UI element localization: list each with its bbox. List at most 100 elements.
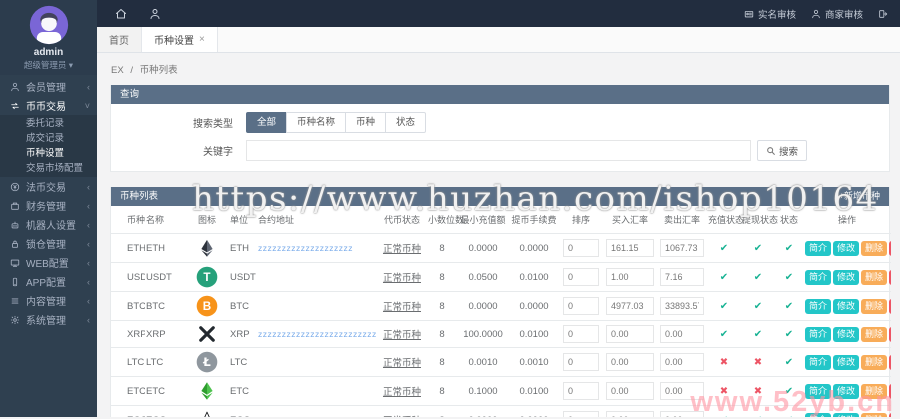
sort-input[interactable]	[563, 297, 599, 315]
sort-input[interactable]	[563, 268, 599, 286]
sell-rate-input[interactable]	[660, 353, 704, 371]
edit-button[interactable]: 修改	[833, 384, 859, 399]
cross-icon: ✖	[754, 357, 762, 368]
sort-cell	[559, 263, 603, 292]
sort-input[interactable]	[563, 382, 599, 400]
sidebar-item[interactable]: 法币交易‹	[0, 177, 97, 196]
intro-button[interactable]: 简介	[805, 327, 831, 342]
sidebar-submenu: 委托记录成交记录币种设置交易市场配置	[0, 115, 97, 177]
edit-button[interactable]: 修改	[833, 299, 859, 314]
search-type-option[interactable]: 币种	[345, 112, 386, 133]
sidebar-item[interactable]: 币币交易˅	[0, 96, 97, 115]
sidebar-subitem[interactable]: 成交记录	[0, 131, 97, 146]
contract-link[interactable]: zzzzzzzzzzzzzzzzzzzz	[258, 243, 353, 253]
edit-button[interactable]: 修改	[833, 355, 859, 370]
sidebar-subitem[interactable]: 委托记录	[0, 116, 97, 131]
tab-首页[interactable]: 首页	[97, 27, 142, 52]
realname-audit-button[interactable]: 实名审核	[744, 7, 796, 21]
delete-button[interactable]: 删除	[861, 413, 887, 418]
sell-rate-input[interactable]	[660, 297, 704, 315]
sidebar-subitem[interactable]: 币种设置	[0, 146, 97, 161]
delete-button[interactable]: 删除	[861, 299, 887, 314]
edit-button[interactable]: 修改	[833, 270, 859, 285]
sell-rate-input[interactable]	[660, 325, 704, 343]
withdraw-fee-cell: 0.0000	[509, 292, 559, 321]
search-type-option[interactable]: 状态	[385, 112, 426, 133]
buy-rate-input[interactable]	[606, 239, 654, 257]
search-type-option[interactable]: 全部	[246, 112, 287, 133]
token-status-link[interactable]: 正常币种	[383, 387, 421, 398]
edit-button[interactable]: 修改	[833, 413, 859, 418]
token-status-link[interactable]: 正常币种	[383, 244, 421, 255]
sell-rate-input[interactable]	[660, 239, 704, 257]
sidebar-item[interactable]: 机器人设置‹	[0, 215, 97, 234]
token-status-link[interactable]: 正常币种	[383, 358, 421, 369]
sidebar-item-label: WEB配置	[26, 255, 87, 270]
sort-input[interactable]	[563, 353, 599, 371]
buy-rate-input[interactable]	[606, 382, 654, 400]
token-status-link[interactable]: 正常币种	[383, 273, 421, 284]
tab-币种设置[interactable]: 币种设置×	[142, 27, 218, 52]
sell-rate-input[interactable]	[660, 382, 704, 400]
add-coin-button[interactable]: +新增币种	[839, 187, 880, 206]
disable-button[interactable]: 禁用	[889, 241, 891, 256]
sidebar-item[interactable]: WEB配置‹	[0, 253, 97, 272]
sidebar-item[interactable]: 会员管理‹	[0, 77, 97, 96]
sell-rate-input[interactable]	[660, 268, 704, 286]
sort-input[interactable]	[563, 239, 599, 257]
delete-button[interactable]: 删除	[861, 384, 887, 399]
buy-rate-input[interactable]	[606, 411, 654, 417]
intro-button[interactable]: 简介	[805, 270, 831, 285]
disable-button[interactable]: 禁用	[889, 384, 891, 399]
sort-input[interactable]	[563, 411, 599, 417]
delete-button[interactable]: 删除	[861, 241, 887, 256]
intro-button[interactable]: 简介	[805, 355, 831, 370]
sidebar-item[interactable]: 财务管理‹	[0, 196, 97, 215]
contract-link[interactable]: zzzzzzzzzzzzzzzzzzzzzzzzzz	[258, 329, 377, 339]
keyword-input[interactable]	[246, 140, 751, 161]
edit-button[interactable]: 修改	[833, 327, 859, 342]
min-recharge-cell: 0.0000	[457, 292, 509, 321]
delete-button[interactable]: 删除	[861, 327, 887, 342]
buy-rate-input[interactable]	[606, 353, 654, 371]
app-icon	[10, 277, 22, 287]
sidebar-item[interactable]: APP配置‹	[0, 272, 97, 291]
token-status-link[interactable]: 正常币种	[383, 330, 421, 341]
merchant-audit-button[interactable]: 商家审核	[811, 7, 863, 21]
home-icon[interactable]	[115, 8, 127, 20]
disable-button[interactable]: 禁用	[889, 270, 891, 285]
role-dropdown[interactable]: 超级管理员 ▾	[0, 59, 97, 71]
actions-cell: 简介修改删除禁用	[803, 234, 891, 263]
sidebar-item[interactable]: 系统管理‹	[0, 310, 97, 329]
delete-button[interactable]: 删除	[861, 355, 887, 370]
disable-button[interactable]: 禁用	[889, 355, 891, 370]
intro-button[interactable]: 简介	[805, 299, 831, 314]
breadcrumb-root[interactable]: EX	[111, 65, 124, 76]
buy-rate-input[interactable]	[606, 268, 654, 286]
edit-button[interactable]: 修改	[833, 241, 859, 256]
intro-button[interactable]: 简介	[805, 384, 831, 399]
search-panel: 查询 搜索类型 全部币种名称币种状态 关键字 搜索	[110, 85, 890, 172]
search-button[interactable]: 搜索	[757, 140, 807, 161]
sidebar-item[interactable]: 内容管理‹	[0, 291, 97, 310]
logout-button[interactable]	[878, 9, 888, 19]
sell-rate-input[interactable]	[660, 411, 704, 417]
disable-button[interactable]: 禁用	[889, 413, 891, 418]
sidebar-item[interactable]: 锁仓管理‹	[0, 234, 97, 253]
sidebar-subitem[interactable]: 交易市场配置	[0, 161, 97, 176]
disable-button[interactable]: 禁用	[889, 327, 891, 342]
table-row: XRPXRPXRPzzzzzzzzzzzzzzzzzzzzzzzzzz正常币种8…	[111, 321, 891, 348]
breadcrumb: EX / 币种列表	[97, 53, 900, 85]
user-icon[interactable]	[149, 8, 161, 20]
buy-rate-input[interactable]	[606, 297, 654, 315]
sort-input[interactable]	[563, 325, 599, 343]
intro-button[interactable]: 简介	[805, 413, 831, 418]
username: admin	[0, 47, 97, 58]
close-icon[interactable]: ×	[199, 34, 205, 45]
search-type-option[interactable]: 币种名称	[286, 112, 346, 133]
buy-rate-input[interactable]	[606, 325, 654, 343]
delete-button[interactable]: 删除	[861, 270, 887, 285]
token-status-link[interactable]: 正常币种	[383, 302, 421, 313]
disable-button[interactable]: 禁用	[889, 299, 891, 314]
intro-button[interactable]: 简介	[805, 241, 831, 256]
